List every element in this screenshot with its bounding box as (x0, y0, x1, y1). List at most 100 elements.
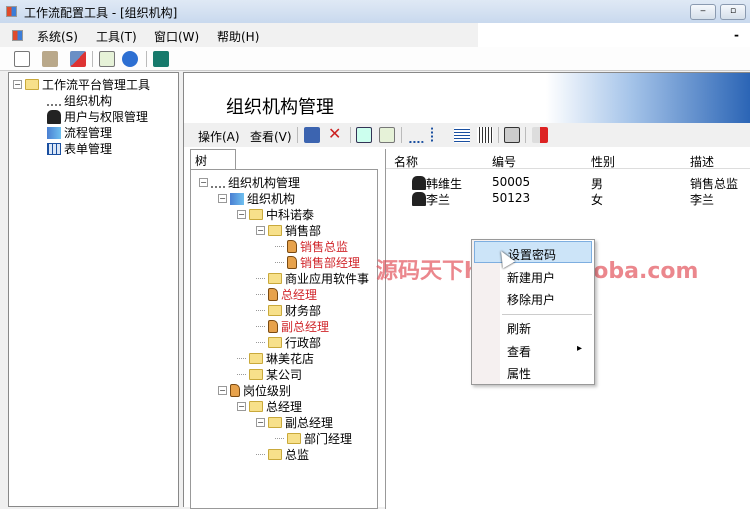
column-gender[interactable]: 性别 (591, 153, 615, 170)
folder-icon (268, 273, 282, 284)
folder-icon (287, 433, 301, 444)
navigation-tree: − 工作流平台管理工具 组织机构 用户与权限管理 流程管理 表单管理 (8, 72, 179, 507)
nav-users-label: 用户与权限管理 (64, 110, 149, 124)
org-management-window: 组织机构管理 操作(A) 查看(V) ✕ 树 − 组织机构管理 − 组织机构 − 中科诺泰… (183, 72, 750, 509)
tree-node[interactable]: 商业应用软件事 (256, 270, 369, 287)
help-icon[interactable] (122, 51, 138, 67)
tree-node-label: 商业应用软件事 (285, 272, 370, 286)
tree-node-label: 岗位级别 (243, 384, 292, 398)
mdi-child-icon[interactable] (12, 30, 23, 41)
new-icon[interactable] (14, 51, 30, 67)
main-toolbar (0, 47, 750, 71)
menu-item-refresh[interactable]: 刷新 (474, 316, 592, 338)
tree-node[interactable]: − 中科诺泰 (237, 206, 314, 223)
view-menu[interactable]: 查看(V) (250, 128, 292, 145)
large-icons-icon[interactable] (408, 127, 424, 143)
folder-icon (268, 305, 282, 316)
small-icons-icon[interactable] (431, 127, 447, 143)
tree-node-label: 某公司 (266, 368, 303, 382)
collapse-icon[interactable]: − (237, 210, 246, 219)
collapse-icon[interactable]: − (218, 386, 227, 395)
menu-item-set-password[interactable]: 设置密码 (474, 241, 592, 263)
refresh-icon[interactable] (379, 127, 395, 143)
tab-tree[interactable]: 树 (190, 149, 236, 171)
user-icon (412, 192, 426, 206)
list-view-icon[interactable] (454, 127, 470, 143)
menu-item-view[interactable]: 查看 (474, 339, 592, 361)
column-id[interactable]: 编号 (492, 153, 516, 170)
form-icon (47, 142, 61, 155)
column-description[interactable]: 描述 (690, 153, 714, 170)
tree-node[interactable]: 总经理 (256, 286, 317, 303)
org-chart-icon (211, 177, 225, 188)
collapse-icon[interactable]: − (256, 418, 265, 427)
menu-help[interactable]: 帮助(H) (217, 28, 259, 45)
tree-root[interactable]: − 工作流平台管理工具 (13, 76, 150, 93)
org-tree: − 组织机构管理 − 组织机构 − 中科诺泰 − 销售部 销售总监 销售部经理 商业应用软件事 总经理… (190, 169, 378, 509)
list-cell: 销售总监 (690, 177, 739, 191)
minimize-button[interactable]: ‒ (690, 4, 716, 20)
menu-item-properties[interactable]: 属性 (474, 361, 592, 383)
tree-node[interactable]: − 岗位级别 (218, 382, 291, 399)
add-icon[interactable] (304, 127, 320, 143)
collapse-icon[interactable]: − (237, 402, 246, 411)
position-icon (268, 288, 278, 301)
nav-org[interactable]: 组织机构 (47, 92, 112, 109)
list-item[interactable]: 李兰 (426, 191, 450, 208)
nav-forms[interactable]: 表单管理 (47, 140, 112, 157)
disconnect-icon[interactable] (70, 51, 86, 67)
menu-tools[interactable]: 工具(T) (96, 28, 137, 45)
menu-item-new-user[interactable]: 新建用户 (474, 265, 592, 287)
properties-icon[interactable] (504, 127, 520, 143)
tree-node[interactable]: − 总经理 (237, 398, 302, 415)
copy-icon[interactable] (42, 51, 58, 67)
tree-node-label: 行政部 (285, 336, 322, 350)
banner-image (546, 73, 750, 123)
list-item[interactable]: 韩维生 (426, 175, 462, 192)
column-name[interactable]: 名称 (394, 153, 418, 170)
tree-node[interactable]: 销售总监 (275, 238, 348, 255)
collapse-icon[interactable]: − (13, 80, 22, 89)
menu-separator (502, 314, 592, 315)
menu-item-remove-user[interactable]: 移除用户 (474, 287, 592, 309)
tree-node[interactable]: 部门经理 (275, 430, 352, 447)
tree-node-label: 副总经理 (281, 320, 330, 334)
restore-button[interactable]: ▫ (720, 4, 746, 20)
tree-node[interactable]: − 销售部 (256, 222, 321, 239)
tree-node-label: 组织机构 (247, 192, 296, 206)
position-icon (230, 384, 240, 397)
app-icon (6, 6, 17, 17)
tree-node[interactable]: 副总经理 (256, 318, 329, 335)
org-chart-icon (47, 95, 61, 106)
tree-node[interactable]: 财务部 (256, 302, 321, 319)
collapse-icon[interactable]: − (218, 194, 227, 203)
delete-icon[interactable]: ✕ (328, 124, 341, 143)
tree-node[interactable]: − 组织机构 (218, 190, 295, 207)
folder-icon (249, 369, 263, 380)
tree-node[interactable]: 某公司 (237, 366, 302, 383)
action-menu[interactable]: 操作(A) (198, 128, 240, 145)
collapse-icon[interactable]: − (199, 178, 208, 187)
tree-node-label: 琳美花店 (266, 352, 315, 366)
tree-node[interactable]: − 副总经理 (256, 414, 333, 431)
tree-node[interactable]: 销售部经理 (275, 254, 360, 271)
menu-window[interactable]: 窗口(W) (154, 28, 199, 45)
tree-node[interactable]: − 组织机构管理 (199, 174, 300, 191)
details-view-icon[interactable] (477, 127, 493, 143)
nav-flow-label: 流程管理 (64, 126, 113, 140)
nav-flow[interactable]: 流程管理 (47, 124, 112, 141)
folder-icon (25, 79, 39, 90)
nav-users[interactable]: 用户与权限管理 (47, 108, 148, 125)
tree-node[interactable]: 总监 (256, 446, 309, 463)
show-tree-icon[interactable] (356, 127, 372, 143)
refresh-icon[interactable] (99, 51, 115, 67)
tree-node-label: 总经理 (266, 400, 303, 414)
position-icon (287, 240, 297, 253)
menu-system[interactable]: 系统(S) (37, 28, 78, 45)
tree-node[interactable]: 琳美花店 (237, 350, 314, 367)
mdi-minimize-button[interactable]: - (734, 28, 739, 42)
tree-node[interactable]: 行政部 (256, 334, 321, 351)
collapse-icon[interactable]: − (256, 226, 265, 235)
exit-icon[interactable] (153, 51, 169, 67)
exit-icon[interactable] (532, 127, 548, 143)
